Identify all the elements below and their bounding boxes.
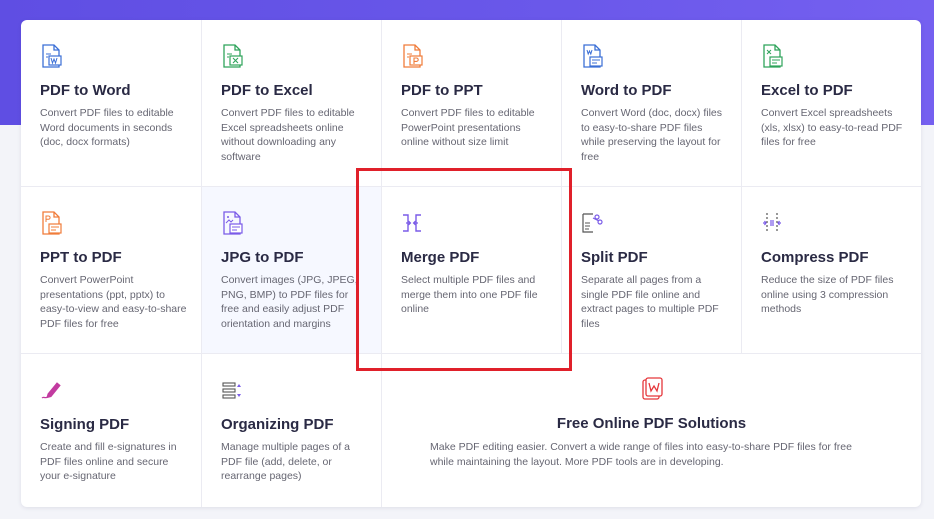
tool-description: Convert PDF files to editable Word docum… bbox=[40, 107, 174, 148]
tool-title: JPG to PDF bbox=[221, 249, 304, 266]
tool-card-word-to-pdf[interactable]: Word to PDF Convert Word (doc, docx) fil… bbox=[562, 20, 742, 187]
tool-card-pdf-to-word[interactable]: PDF to Word Convert PDF files to editabl… bbox=[21, 20, 202, 187]
tool-title: Signing PDF bbox=[40, 416, 130, 433]
tool-title: Excel to PDF bbox=[761, 82, 853, 99]
tool-description: Convert PowerPoint presentations (ppt, p… bbox=[40, 274, 187, 330]
tool-title: Organizing PDF bbox=[221, 416, 334, 433]
compress-pdf-icon bbox=[763, 213, 781, 233]
pdf-to-word-icon bbox=[42, 44, 62, 68]
organizing-pdf-icon bbox=[222, 382, 241, 399]
tool-card-organizing-pdf[interactable]: Organizing PDF Manage multiple pages of … bbox=[202, 354, 382, 507]
jpg-to-pdf-icon bbox=[223, 211, 243, 235]
tool-title: PDF to Word bbox=[40, 82, 131, 99]
tool-title: PPT to PDF bbox=[40, 249, 122, 266]
tool-card-excel-to-pdf[interactable]: Excel to PDF Convert Excel spreadsheets … bbox=[742, 20, 921, 187]
tool-description: Reduce the size of PDF files online usin… bbox=[761, 274, 894, 315]
tool-description: Convert PDF files to editable PowerPoint… bbox=[401, 107, 535, 148]
solutions-title: Free Online PDF Solutions bbox=[556, 415, 747, 432]
tool-description: Separate all pages from a single PDF fil… bbox=[581, 274, 719, 330]
tool-description: Convert images (JPG, JPEG, PNG, BMP) to … bbox=[221, 274, 358, 330]
pdf-to-excel-icon bbox=[223, 44, 243, 68]
tool-title: PDF to Excel bbox=[221, 82, 313, 99]
tool-title: Word to PDF bbox=[581, 82, 672, 99]
tool-card-signing-pdf[interactable]: Signing PDF Create and fill e-signatures… bbox=[21, 354, 202, 507]
tool-card-pdf-to-ppt[interactable]: PDF to PPT Convert PDF files to editable… bbox=[382, 20, 562, 187]
pdf-solutions-icon bbox=[642, 377, 663, 400]
highlight-box bbox=[356, 168, 572, 371]
solutions-description: Make PDF editing easier. Convert a wide … bbox=[430, 441, 852, 468]
pdf-solutions-card: Free Online PDF Solutions Make PDF editi… bbox=[382, 354, 921, 507]
tool-description: Manage multiple pages of a PDF file (add… bbox=[221, 441, 350, 482]
tool-description: Convert PDF files to editable Excel spre… bbox=[221, 107, 355, 163]
excel-to-pdf-icon bbox=[763, 44, 783, 68]
tool-card-jpg-to-pdf[interactable]: JPG to PDF Convert images (JPG, JPEG, PN… bbox=[202, 187, 382, 354]
tool-card-split-pdf[interactable]: Split PDF Separate all pages from a sing… bbox=[562, 187, 742, 354]
tool-card-pdf-to-excel[interactable]: PDF to Excel Convert PDF files to editab… bbox=[202, 20, 382, 187]
tool-card-compress-pdf[interactable]: Compress PDF Reduce the size of PDF file… bbox=[742, 187, 921, 354]
tool-title: PDF to PPT bbox=[401, 82, 483, 99]
split-pdf-icon bbox=[582, 213, 603, 233]
tool-description: Convert Excel spreadsheets (xls, xlsx) t… bbox=[761, 107, 903, 148]
word-to-pdf-icon bbox=[583, 44, 603, 68]
pdf-to-ppt-icon bbox=[403, 44, 423, 68]
ppt-to-pdf-icon bbox=[42, 211, 62, 235]
tool-card-ppt-to-pdf[interactable]: PPT to PDF Convert PowerPoint presentati… bbox=[21, 187, 202, 354]
tool-title: Split PDF bbox=[581, 249, 648, 266]
signing-pdf-icon bbox=[41, 382, 61, 399]
tool-description: Create and fill e-signatures in PDF file… bbox=[40, 441, 177, 482]
tool-description: Convert Word (doc, docx) files to easy-t… bbox=[581, 107, 723, 163]
tool-title: Compress PDF bbox=[761, 249, 869, 266]
